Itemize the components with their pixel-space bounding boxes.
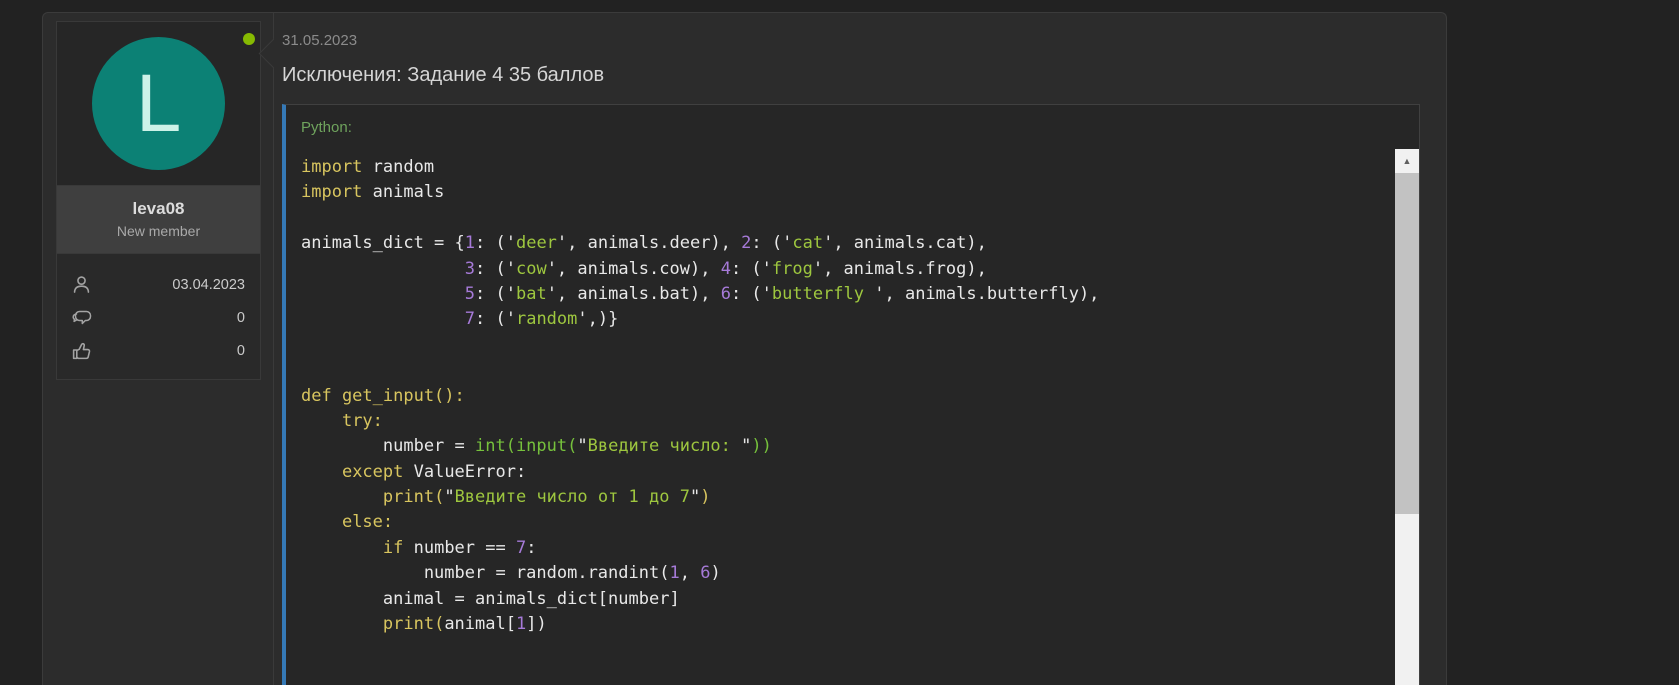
like-icon: [71, 340, 92, 361]
scroll-up-icon: ▲: [1403, 157, 1412, 166]
online-indicator-icon: [243, 33, 255, 45]
code-language-label: Python:: [286, 105, 1419, 149]
username-link[interactable]: leva08: [61, 199, 256, 219]
user-stats: 03.04.2023 0: [56, 254, 261, 380]
page: L leva08 New member: [0, 0, 1679, 685]
comments-icon: [71, 307, 93, 328]
user-icon: [71, 274, 92, 295]
code-lines: import randomimport animals animals_dict…: [301, 155, 1379, 637]
message-cell: 31.05.2023 Исключения: Задание 4 35 балл…: [273, 13, 1446, 685]
stat-row-messages: 0: [71, 301, 245, 334]
user-panel: L leva08 New member: [56, 21, 261, 380]
stat-row-likes: 0: [71, 334, 245, 367]
user-name-block: leva08 New member: [56, 186, 261, 254]
messages-count: 0: [237, 310, 245, 326]
joined-date: 03.04.2023: [172, 277, 245, 293]
avatar[interactable]: L: [92, 37, 225, 170]
stat-row-joined: 03.04.2023: [71, 268, 245, 301]
likes-count: 0: [237, 343, 245, 359]
post-title: Исключения: Задание 4 35 баллов: [282, 64, 1420, 87]
avatar-letter: L: [136, 63, 182, 145]
scroll-up-button[interactable]: ▲: [1395, 149, 1419, 173]
post-date-link[interactable]: 31.05.2023: [282, 32, 357, 49]
code-scroll-area[interactable]: import randomimport animals animals_dict…: [286, 149, 1419, 685]
scrollbar[interactable]: ▲: [1395, 149, 1419, 685]
avatar-section: L: [56, 21, 261, 186]
scroll-thumb[interactable]: [1395, 173, 1419, 514]
forum-post: L leva08 New member: [42, 12, 1447, 685]
user-title: New member: [61, 223, 256, 239]
code-block: Python: import randomimport animals anim…: [282, 104, 1420, 685]
user-cell: L leva08 New member: [43, 13, 273, 685]
